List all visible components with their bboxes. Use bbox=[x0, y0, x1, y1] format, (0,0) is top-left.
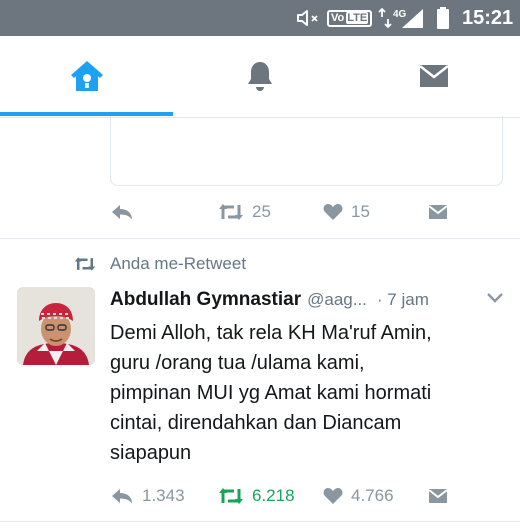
reply-count: 1.343 bbox=[142, 486, 185, 505]
retweet-context-label: Anda me-Retweet bbox=[110, 254, 247, 273]
home-icon bbox=[70, 61, 103, 91]
retweet-icon bbox=[219, 488, 243, 504]
bell-icon bbox=[247, 62, 272, 91]
tweet-timestamp[interactable]: · 7 jam bbox=[377, 290, 429, 310]
reply-button[interactable]: 1.343 bbox=[110, 481, 185, 511]
heart-icon bbox=[323, 488, 343, 504]
retweet-context: Anda me-Retweet bbox=[74, 252, 246, 276]
tab-bar bbox=[0, 36, 520, 118]
tweet-divider bbox=[0, 238, 520, 239]
retweet-icon bbox=[219, 204, 243, 220]
like-count: 4.766 bbox=[351, 486, 394, 505]
quoted-card-bottom[interactable] bbox=[110, 116, 503, 186]
avatar[interactable] bbox=[17, 287, 95, 365]
previous-tweet-actions: 25 15 bbox=[0, 197, 520, 227]
envelope-icon bbox=[418, 65, 449, 87]
tweet-actions: 1.343 6.218 4.766 bbox=[0, 481, 520, 511]
volte-prefix: Vo bbox=[331, 11, 345, 24]
retweet-count: 6.218 bbox=[252, 486, 295, 505]
clock: 15:21 bbox=[462, 6, 514, 29]
like-button[interactable]: 15 bbox=[323, 197, 370, 227]
direct-message-button[interactable] bbox=[428, 197, 448, 227]
author-handle[interactable]: @aag... bbox=[307, 290, 367, 310]
chevron-down-icon[interactable] bbox=[486, 291, 504, 305]
reply-button[interactable] bbox=[110, 197, 134, 227]
like-count: 15 bbox=[351, 202, 370, 221]
heart-icon bbox=[323, 204, 343, 220]
tab-messages[interactable] bbox=[347, 36, 520, 116]
tab-home[interactable] bbox=[0, 36, 173, 116]
signal-icon: 4G bbox=[378, 0, 424, 36]
tweet-header: Abdullah Gymnastiar @aag... · 7 jam bbox=[110, 287, 510, 313]
volte-icon: Vo LTE bbox=[327, 0, 373, 36]
tweet-text: Demi Alloh, tak rela KH Ma'ruf Amin, gur… bbox=[110, 322, 432, 464]
tab-notifications[interactable] bbox=[173, 36, 346, 116]
retweet-count: 25 bbox=[252, 202, 271, 221]
battery-icon bbox=[436, 0, 450, 36]
data-arrows-icon bbox=[378, 7, 392, 29]
status-bar: Vo LTE 4G 15:21 bbox=[0, 0, 520, 36]
author-name[interactable]: Abdullah Gymnastiar bbox=[110, 289, 301, 311]
reply-icon bbox=[112, 489, 132, 504]
like-button[interactable]: 4.766 bbox=[323, 481, 394, 511]
retweet-icon bbox=[74, 257, 96, 271]
direct-message-button[interactable] bbox=[428, 481, 448, 511]
tweet-divider bbox=[0, 521, 520, 522]
retweet-button[interactable]: 25 bbox=[218, 197, 271, 227]
envelope-icon bbox=[428, 489, 448, 503]
envelope-icon bbox=[428, 205, 448, 219]
retweet-button[interactable]: 6.218 bbox=[218, 481, 295, 511]
mute-icon bbox=[296, 0, 322, 36]
volte-lte: LTE bbox=[346, 12, 369, 24]
reply-icon bbox=[112, 205, 132, 220]
